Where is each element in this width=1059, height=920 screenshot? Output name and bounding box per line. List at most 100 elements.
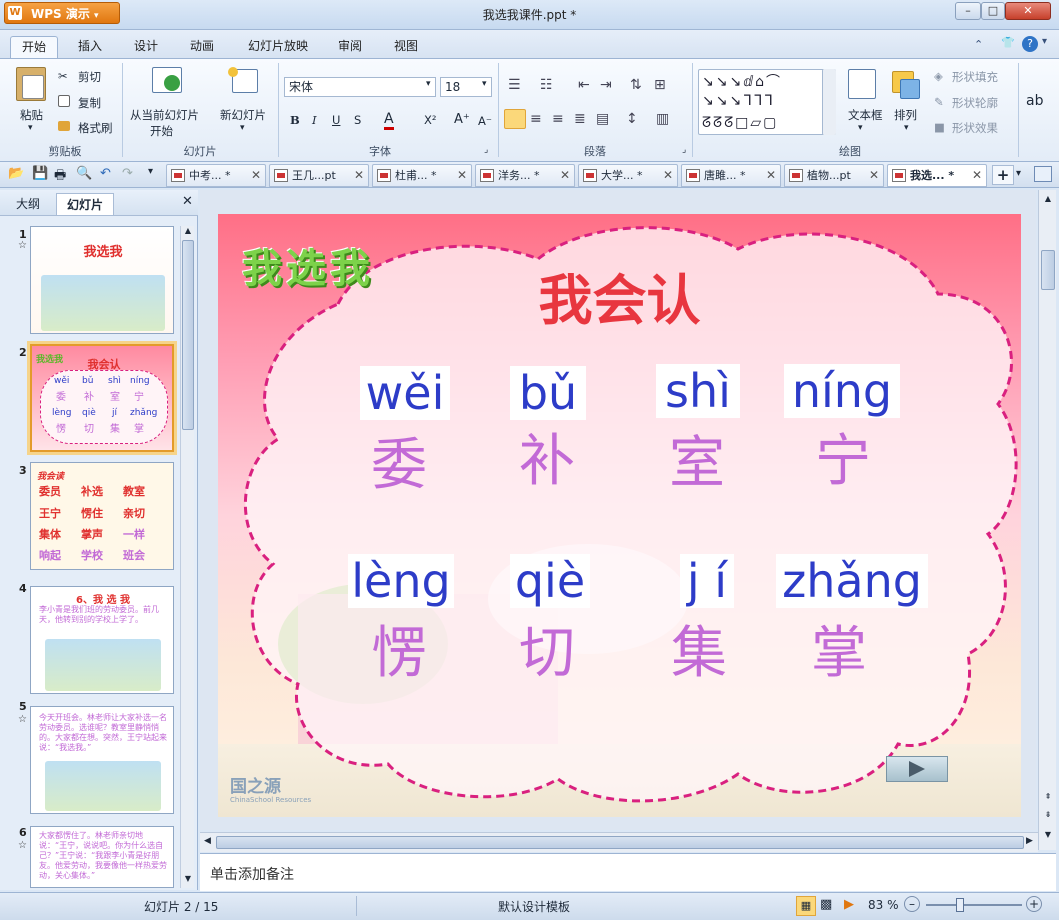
chevron-down-icon[interactable]: ▾ <box>426 79 431 89</box>
scroll-up-double-icon[interactable]: ⇞ <box>1041 792 1055 806</box>
slide-thumbnail-2-selected[interactable]: 我选我 我会认 wěi bǔ shì níng 委 补 室 宁 lèng qiè… <box>27 341 177 455</box>
bullets-icon[interactable]: ☰ <box>508 77 521 93</box>
editor-horizontal-scrollbar[interactable]: ◀ ▶ <box>200 832 1038 852</box>
quick-access-menu-icon[interactable]: ▾ <box>148 166 153 177</box>
pinyin-label[interactable]: zhǎng <box>776 554 928 608</box>
from-current-slide-button[interactable]: 从当前幻灯片 <box>130 107 199 123</box>
close-icon[interactable]: ✕ <box>457 165 467 186</box>
tab-slideshow[interactable]: 幻灯片放映 <box>236 36 320 58</box>
text-style-icon[interactable]: ab <box>1026 93 1043 109</box>
align-left-icon[interactable] <box>504 109 526 129</box>
doc-tab-active[interactable]: 我选... * ✕ <box>887 164 987 187</box>
save-icon[interactable]: 💾 <box>32 166 48 181</box>
shapes-row-3-icon[interactable]: ᘔᘔᘔ□▱▢ <box>702 115 778 131</box>
italic-button[interactable]: I <box>312 113 317 127</box>
redo-icon[interactable]: ↷ <box>122 166 133 181</box>
doc-tab[interactable]: 王几...pt ✕ <box>269 164 369 187</box>
help-icon[interactable]: ? <box>1022 36 1038 52</box>
doc-tab[interactable]: 唐雎... * ✕ <box>681 164 781 187</box>
scroll-down-icon[interactable]: ▼ <box>1041 830 1055 844</box>
close-button[interactable]: ✕ <box>1005 2 1051 20</box>
chevron-down-icon[interactable]: ▾ <box>1042 36 1047 47</box>
close-icon[interactable]: ✕ <box>972 165 982 186</box>
close-icon[interactable]: ✕ <box>663 165 673 186</box>
hanzi-char[interactable]: 委 <box>354 436 444 496</box>
slide-thumbnail-3[interactable]: 我会读 委员 补选 教室 王宁 愣住 亲切 集体 掌声 一样 响起 学校 班会 <box>30 462 174 570</box>
scroll-right-icon[interactable]: ▶ <box>1026 836 1033 846</box>
doc-tab[interactable]: 中考... * ✕ <box>166 164 266 187</box>
doc-tab[interactable]: 杜甫... * ✕ <box>372 164 472 187</box>
scroll-thumb[interactable] <box>1041 250 1055 290</box>
bold-button[interactable]: B <box>290 113 300 127</box>
tab-animation[interactable]: 动画 <box>178 36 226 58</box>
new-slide-button[interactable]: 新幻灯片 <box>220 107 266 123</box>
zoom-in-button[interactable]: + <box>1026 896 1042 912</box>
format-painter-button[interactable]: 格式刷 <box>78 120 113 136</box>
print-icon[interactable]: 🖶 <box>54 166 66 188</box>
hanzi-char[interactable]: 愣 <box>354 624 444 684</box>
close-icon[interactable]: ✕ <box>251 165 261 186</box>
open-folder-icon[interactable]: 📂 <box>8 166 24 181</box>
notes-placeholder[interactable]: 单击添加备注 <box>210 864 294 884</box>
hanzi-char[interactable]: 补 <box>502 432 592 492</box>
tab-design[interactable]: 设计 <box>122 36 170 58</box>
dialog-launcher-icon[interactable]: ⌟ <box>484 145 488 155</box>
new-tab-button[interactable]: + <box>992 165 1014 185</box>
close-icon[interactable]: ✕ <box>869 165 879 186</box>
maximize-button[interactable]: □ <box>981 2 1005 20</box>
pinyin-label[interactable]: j í <box>680 554 734 608</box>
scroll-thumb[interactable] <box>182 240 194 430</box>
scroll-down-double-icon[interactable]: ⇟ <box>1041 810 1055 824</box>
shapes-row-2-icon[interactable]: ↘↘↘ᒣᒣᒣ <box>702 93 775 109</box>
slide-thumbnail-1[interactable]: 我选我 <box>30 226 174 334</box>
pinyin-label[interactable]: bǔ <box>510 366 586 420</box>
skin-icon[interactable]: 👕 <box>1000 36 1016 52</box>
scroll-up-icon[interactable]: ▲ <box>182 226 194 238</box>
textbox-button[interactable]: 文本框 <box>848 107 883 123</box>
tab-insert[interactable]: 插入 <box>66 36 114 58</box>
chevron-down-icon[interactable]: ▾ <box>240 123 245 133</box>
notes-pane[interactable]: 单击添加备注 <box>200 853 1056 891</box>
doc-tab[interactable]: 洋务... * ✕ <box>475 164 575 187</box>
tab-slides[interactable]: 幻灯片 <box>56 193 115 215</box>
pinyin-label[interactable]: níng <box>784 364 900 418</box>
align-right-icon[interactable]: ≡ <box>552 111 564 127</box>
from-current-start-label[interactable]: 开始 <box>150 123 173 139</box>
slide-thumbnail-4[interactable]: 6、我 选 我 李小青是我们班的劳动委员。前几天，他转到别的学校上学了。 <box>30 586 174 694</box>
window-layout-icon[interactable] <box>1034 166 1052 182</box>
undo-icon[interactable]: ↶ <box>100 166 111 181</box>
close-icon[interactable]: ✕ <box>560 165 570 186</box>
underline-button[interactable]: U <box>332 113 340 127</box>
copy-button[interactable]: 复制 <box>78 95 101 111</box>
strikethrough-button[interactable]: S <box>354 113 361 127</box>
chevron-down-icon[interactable]: ▾ <box>28 123 33 133</box>
numbering-icon[interactable]: ☷ <box>540 77 553 93</box>
gallery-scroll[interactable] <box>822 69 836 135</box>
zoom-slider[interactable] <box>926 904 1022 906</box>
slide-title[interactable]: 我会认 <box>218 256 1021 335</box>
pinyin-label[interactable]: shì <box>656 364 740 418</box>
doc-tab[interactable]: 植物...pt ✕ <box>784 164 884 187</box>
shapes-row-1-icon[interactable]: ↘↘↘ⅆ⌂⌒ <box>702 71 782 91</box>
shape-fill-button[interactable]: 形状填充 <box>952 69 998 85</box>
justify-icon[interactable]: ≣ <box>574 111 586 127</box>
tab-view[interactable]: 视图 <box>382 36 430 58</box>
grow-font-button[interactable]: A⁺ <box>454 112 470 127</box>
hanzi-char[interactable]: 掌 <box>794 624 884 684</box>
close-icon[interactable]: ✕ <box>182 194 193 209</box>
scroll-down-icon[interactable]: ▼ <box>182 874 194 886</box>
shape-outline-button[interactable]: 形状轮廓 <box>952 95 998 111</box>
slides-pane-scrollbar[interactable]: ▲ ▼ <box>180 226 194 888</box>
doc-tab[interactable]: 大学... * ✕ <box>578 164 678 187</box>
tab-review[interactable]: 审阅 <box>326 36 374 58</box>
scroll-up-icon[interactable]: ▲ <box>1041 194 1055 208</box>
superscript-button[interactable]: X² <box>424 113 437 127</box>
chevron-down-icon[interactable]: ▾ <box>482 79 487 89</box>
line-spacing-icon[interactable]: ↕ <box>626 111 638 127</box>
hanzi-char[interactable]: 切 <box>502 624 592 684</box>
distribute-icon[interactable]: ▤ <box>596 111 609 127</box>
arrange-button[interactable]: 排列 <box>894 107 917 123</box>
text-direction-icon[interactable]: ⇅ <box>630 77 642 93</box>
chevron-down-icon[interactable]: ▾ <box>1016 168 1021 179</box>
dialog-launcher-icon[interactable]: ⌟ <box>682 145 686 155</box>
